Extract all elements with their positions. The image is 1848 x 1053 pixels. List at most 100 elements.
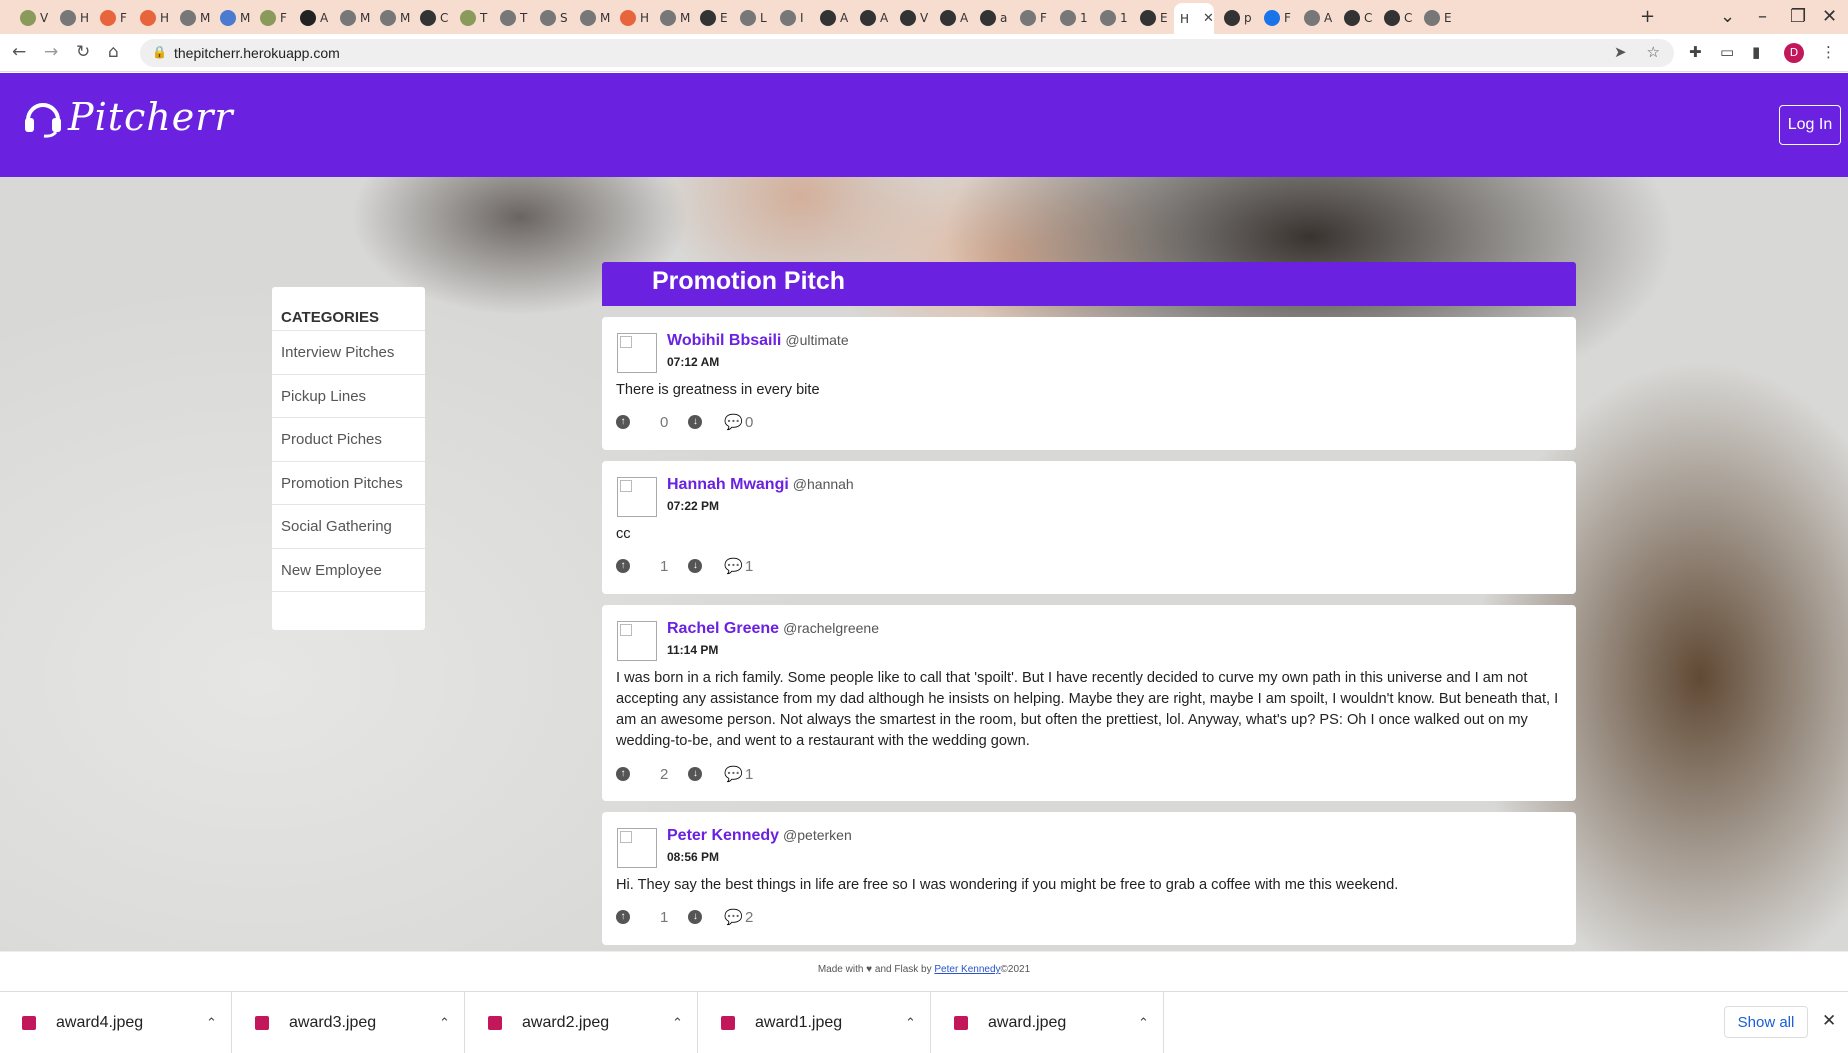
category-interview-pitches[interactable]: Interview Pitches	[272, 331, 425, 375]
download-item[interactable]: award1.jpeg ⌃	[699, 992, 931, 1053]
browser-tab[interactable]: M	[334, 5, 370, 31]
browser-tab[interactable]: M	[574, 5, 610, 31]
browser-tab[interactable]: H	[54, 5, 89, 31]
extensions-icon[interactable]: ✚	[1689, 43, 1702, 61]
browser-tab[interactable]: E	[1134, 5, 1168, 31]
active-browser-tab[interactable]: H ✕	[1174, 3, 1214, 34]
download-filename[interactable]: award3.jpeg	[289, 1014, 439, 1032]
menu-kebab-icon[interactable]: ⋮	[1821, 43, 1836, 61]
restore-icon[interactable]: ❐	[1790, 6, 1806, 27]
download-item[interactable]: award.jpeg ⌃	[932, 992, 1164, 1053]
browser-tab[interactable]: A	[294, 5, 328, 31]
category-social-gathering[interactable]: Social Gathering	[272, 505, 425, 549]
browser-tab[interactable]: M	[214, 5, 250, 31]
upvote-icon[interactable]: ↑	[616, 767, 630, 781]
forward-icon[interactable]: →	[44, 42, 58, 62]
chevron-up-icon[interactable]: ⌃	[672, 1016, 683, 1031]
browser-tab[interactable]: M	[174, 5, 210, 31]
back-icon[interactable]: ←	[12, 42, 26, 62]
browser-tab[interactable]: E	[694, 5, 728, 31]
browser-tab[interactable]: V	[894, 5, 928, 31]
browser-tab[interactable]: C	[1378, 5, 1412, 31]
browser-tab[interactable]: C	[1338, 5, 1372, 31]
download-filename[interactable]: award1.jpeg	[755, 1014, 905, 1032]
browser-tab[interactable]: F	[254, 5, 287, 31]
browser-tab[interactable]: a	[974, 5, 1007, 31]
cast-icon[interactable]: ▭	[1720, 43, 1734, 61]
browser-tab[interactable]: M	[654, 5, 690, 31]
browser-tab[interactable]: E	[1418, 5, 1452, 31]
chevron-up-icon[interactable]: ⌃	[439, 1016, 450, 1031]
browser-tab[interactable]: F	[1258, 5, 1291, 31]
address-bar[interactable]: 🔒 thepitcherr.herokuapp.com ➤ ☆	[140, 39, 1674, 67]
download-filename[interactable]: award2.jpeg	[522, 1014, 672, 1032]
browser-tab[interactable]: C	[414, 5, 448, 31]
browser-tab[interactable]: V	[14, 5, 48, 31]
close-tab-icon[interactable]: ✕	[1203, 11, 1214, 26]
browser-tab[interactable]: A	[1298, 5, 1332, 31]
browser-tab[interactable]: A	[854, 5, 888, 31]
send-tab-icon[interactable]: ➤	[1614, 43, 1627, 61]
category-promotion-pitches[interactable]: Promotion Pitches	[272, 462, 425, 505]
chevron-up-icon[interactable]: ⌃	[905, 1016, 916, 1031]
close-icon[interactable]: ✕	[1822, 1011, 1836, 1031]
lock-icon[interactable]: 🔒	[152, 45, 167, 59]
tab-label: F	[280, 11, 287, 25]
profile-avatar[interactable]: D	[1784, 43, 1804, 63]
browser-tab[interactable]: H	[134, 5, 169, 31]
show-all-downloads-button[interactable]: Show all	[1724, 1006, 1808, 1038]
browser-tab[interactable]: H	[614, 5, 649, 31]
browser-tab[interactable]: 1	[1094, 5, 1128, 31]
login-button[interactable]: Log In	[1779, 105, 1841, 145]
browser-tab[interactable]: S	[534, 5, 568, 31]
browser-tab[interactable]: M	[374, 5, 410, 31]
download-filename[interactable]: award.jpeg	[988, 1014, 1138, 1032]
tab-search-icon[interactable]: ⌄	[1720, 6, 1735, 27]
browser-tab[interactable]: A	[934, 5, 968, 31]
category-product-piches[interactable]: Product Piches	[272, 418, 425, 462]
url-text[interactable]: thepitcherr.herokuapp.com	[174, 45, 340, 61]
browser-tab[interactable]: F	[94, 5, 127, 31]
bookmark-star-icon[interactable]: ☆	[1647, 43, 1660, 61]
footer-author-link[interactable]: Peter Kennedy	[934, 964, 1000, 975]
home-icon[interactable]: ⌂	[108, 42, 119, 62]
download-item[interactable]: award2.jpeg ⌃	[466, 992, 698, 1053]
downvote-icon[interactable]: ↓	[688, 415, 703, 429]
downvote-icon[interactable]: ↓	[688, 559, 703, 573]
downvote-icon[interactable]: ↓	[688, 910, 703, 924]
new-tab-button[interactable]: +	[1640, 6, 1655, 27]
comment-icon[interactable]: 💬	[724, 557, 743, 575]
browser-tab[interactable]: A	[814, 5, 848, 31]
browser-tab[interactable]: T	[454, 5, 487, 31]
upvote-icon[interactable]: ↑	[616, 910, 630, 924]
category-new-employee[interactable]: New Employee	[272, 549, 425, 592]
site-logo[interactable]: Pitcherr	[22, 95, 234, 139]
minimize-icon[interactable]: –	[1758, 6, 1767, 27]
upvote-icon[interactable]: ↑	[616, 559, 630, 573]
upvote-icon[interactable]: ↑	[616, 415, 630, 429]
category-pickup-lines[interactable]: Pickup Lines	[272, 375, 425, 418]
download-filename[interactable]: award4.jpeg	[56, 1014, 206, 1032]
browser-tab[interactable]: p	[1218, 5, 1252, 31]
pitch-time: 07:22 PM	[667, 499, 720, 513]
side-panel-icon[interactable]: ▮	[1752, 43, 1760, 61]
reload-icon[interactable]: ↻	[76, 42, 90, 62]
browser-tab[interactable]: I	[774, 5, 804, 31]
author-name[interactable]: Rachel Greene	[667, 620, 779, 637]
browser-tab[interactable]: T	[494, 5, 527, 31]
comment-icon[interactable]: 💬	[724, 908, 743, 926]
browser-tab[interactable]: F	[1014, 5, 1047, 31]
comment-icon[interactable]: 💬	[724, 765, 743, 783]
browser-tab[interactable]: 1	[1054, 5, 1088, 31]
download-item[interactable]: award3.jpeg ⌃	[233, 992, 465, 1053]
author-name[interactable]: Wobihil Bbsaili	[667, 332, 781, 349]
downvote-icon[interactable]: ↓	[688, 767, 703, 781]
author-name[interactable]: Peter Kennedy	[667, 827, 779, 844]
author-name[interactable]: Hannah Mwangi	[667, 476, 789, 493]
chevron-up-icon[interactable]: ⌃	[206, 1016, 217, 1031]
chevron-up-icon[interactable]: ⌃	[1138, 1016, 1149, 1031]
comment-icon[interactable]: 💬	[724, 413, 743, 431]
close-window-icon[interactable]: ✕	[1822, 6, 1837, 27]
download-item[interactable]: award4.jpeg ⌃	[0, 992, 232, 1053]
browser-tab[interactable]: L	[734, 5, 767, 31]
